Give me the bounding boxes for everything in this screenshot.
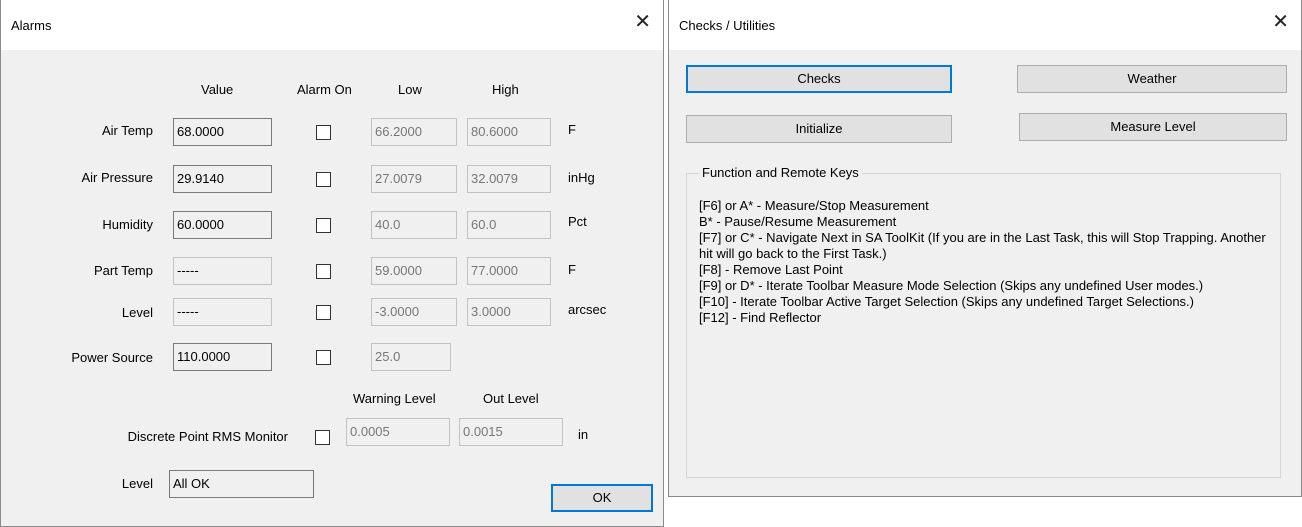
level-unit: arcsec: [568, 302, 607, 317]
checks-button[interactable]: Checks: [686, 65, 952, 93]
part-temp-low-field: 59.0000: [371, 257, 457, 285]
air-pressure-unit: inHg: [568, 170, 595, 185]
key-line-f12: [F12] - Find Reflector: [699, 310, 822, 325]
humidity-unit: Pct: [568, 214, 587, 229]
air-pressure-low-field: 27.0079: [371, 165, 457, 193]
row-label-part-temp: Part Temp: [93, 263, 153, 278]
rms-monitor-checkbox[interactable]: [315, 430, 330, 445]
header-value: Value: [201, 82, 234, 97]
level-value-field: -----: [173, 298, 272, 326]
warning-level-header: Warning Level: [353, 391, 436, 406]
power-source-low-field: 25.0: [371, 343, 451, 371]
row-label-level: Level: [121, 305, 153, 320]
level-alarm-checkbox[interactable]: [316, 305, 331, 320]
row-label-power-source: Power Source: [71, 350, 153, 365]
rms-unit: in: [578, 427, 589, 442]
air-pressure-high-field: 32.0079: [467, 165, 551, 193]
function-keys-group-label: Function and Remote Keys: [699, 165, 862, 180]
key-line-f8: [F8] - Remove Last Point: [699, 262, 843, 277]
part-temp-high-field: 77.0000: [467, 257, 551, 285]
ok-button[interactable]: OK: [551, 484, 653, 512]
out-level-header: Out Level: [483, 391, 539, 406]
level-high-field: 3.0000: [467, 298, 551, 326]
close-icon[interactable]: ✕: [1272, 10, 1289, 34]
header-low: Low: [398, 82, 422, 97]
alarms-title: Alarms: [11, 18, 52, 33]
rms-monitor-label: Discrete Point RMS Monitor: [127, 429, 288, 444]
checks-utilities-dialog: Checks / Utilities ✕ Checks Weather Init…: [668, 0, 1302, 497]
measure-level-button[interactable]: Measure Level: [1019, 113, 1287, 141]
checks-titlebar: Checks / Utilities ✕: [669, 0, 1301, 50]
key-line-f9: [F9] or D* - Iterate Toolbar Measure Mod…: [699, 278, 1204, 293]
rms-out-level-field: 0.0015: [459, 418, 563, 446]
humidity-value-field[interactable]: 60.0000: [173, 211, 272, 239]
key-line-f6: [F6] or A* - Measure/Stop Measurement: [699, 198, 929, 213]
air-temp-low-field: 66.2000: [371, 118, 457, 146]
part-temp-alarm-checkbox[interactable]: [316, 264, 331, 279]
air-temp-alarm-checkbox[interactable]: [316, 125, 331, 140]
air-temp-high-field: 80.6000: [467, 118, 551, 146]
part-temp-value-field: -----: [173, 257, 272, 285]
key-line-f7: [F7] or C* - Navigate Next in SA ToolKit…: [699, 230, 1266, 261]
checks-title: Checks / Utilities: [679, 18, 776, 33]
air-temp-unit: F: [568, 122, 576, 137]
air-pressure-value-field[interactable]: 29.9140: [173, 165, 272, 193]
level-status-label: Level: [121, 476, 153, 491]
humidity-high-field: 60.0: [467, 211, 551, 239]
air-temp-value-field[interactable]: 68.0000: [173, 118, 272, 146]
key-line-b: B* - Pause/Resume Measurement: [699, 214, 897, 229]
alarms-dialog: Alarms ✕ Value Alarm On Low High Air Tem…: [0, 0, 664, 527]
level-low-field: -3.0000: [371, 298, 457, 326]
header-high: High: [492, 82, 519, 97]
humidity-alarm-checkbox[interactable]: [316, 218, 331, 233]
row-label-humidity: Humidity: [102, 217, 153, 232]
function-keys-list: [F6] or A* - Measure/Stop Measurement B*…: [699, 198, 1269, 326]
header-alarm-on: Alarm On: [297, 82, 352, 97]
key-line-f10: [F10] - Iterate Toolbar Active Target Se…: [699, 294, 1195, 309]
close-icon[interactable]: ✕: [634, 10, 651, 34]
initialize-button[interactable]: Initialize: [686, 115, 952, 143]
part-temp-unit: F: [568, 262, 576, 277]
air-pressure-alarm-checkbox[interactable]: [316, 172, 331, 187]
alarms-titlebar: Alarms ✕: [1, 0, 663, 50]
row-label-air-temp: Air Temp: [101, 123, 153, 138]
power-source-alarm-checkbox[interactable]: [316, 350, 331, 365]
row-label-air-pressure: Air Pressure: [81, 170, 153, 185]
humidity-low-field: 40.0: [371, 211, 457, 239]
weather-button[interactable]: Weather: [1017, 65, 1287, 93]
power-source-value-field[interactable]: 110.0000: [173, 343, 272, 371]
level-status-field: All OK: [169, 470, 314, 498]
function-keys-group: Function and Remote Keys [F6] or A* - Me…: [686, 165, 1281, 478]
rms-warning-level-field: 0.0005: [346, 418, 450, 446]
